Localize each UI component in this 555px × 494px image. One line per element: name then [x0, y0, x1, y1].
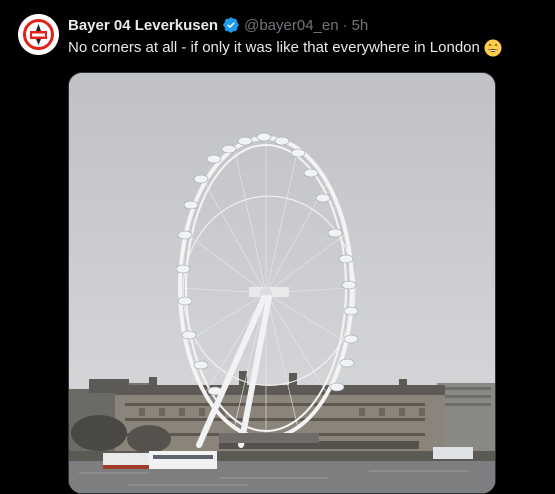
- avatar[interactable]: [18, 14, 59, 55]
- timestamp[interactable]: 5h: [352, 17, 369, 34]
- grinning-face-emoji-icon: [484, 39, 502, 57]
- verified-badge-icon: [222, 16, 240, 34]
- tweet-text: No corners at all - if only it was like …: [68, 38, 548, 58]
- london-eye-photo-icon: [69, 73, 495, 493]
- leverkusen-logo-icon: [18, 14, 59, 55]
- author-name[interactable]: Bayer 04 Leverkusen: [68, 17, 218, 34]
- author-handle[interactable]: @bayer04_en: [244, 17, 338, 34]
- tweet-photo[interactable]: [68, 72, 496, 494]
- tweet-header: Bayer 04 Leverkusen @bayer04_en · 5h: [68, 15, 368, 35]
- separator-dot: ·: [342, 16, 348, 34]
- tweet-text-content: No corners at all - if only it was like …: [68, 39, 480, 56]
- tweet[interactable]: Bayer 04 Leverkusen @bayer04_en · 5h No …: [0, 0, 555, 494]
